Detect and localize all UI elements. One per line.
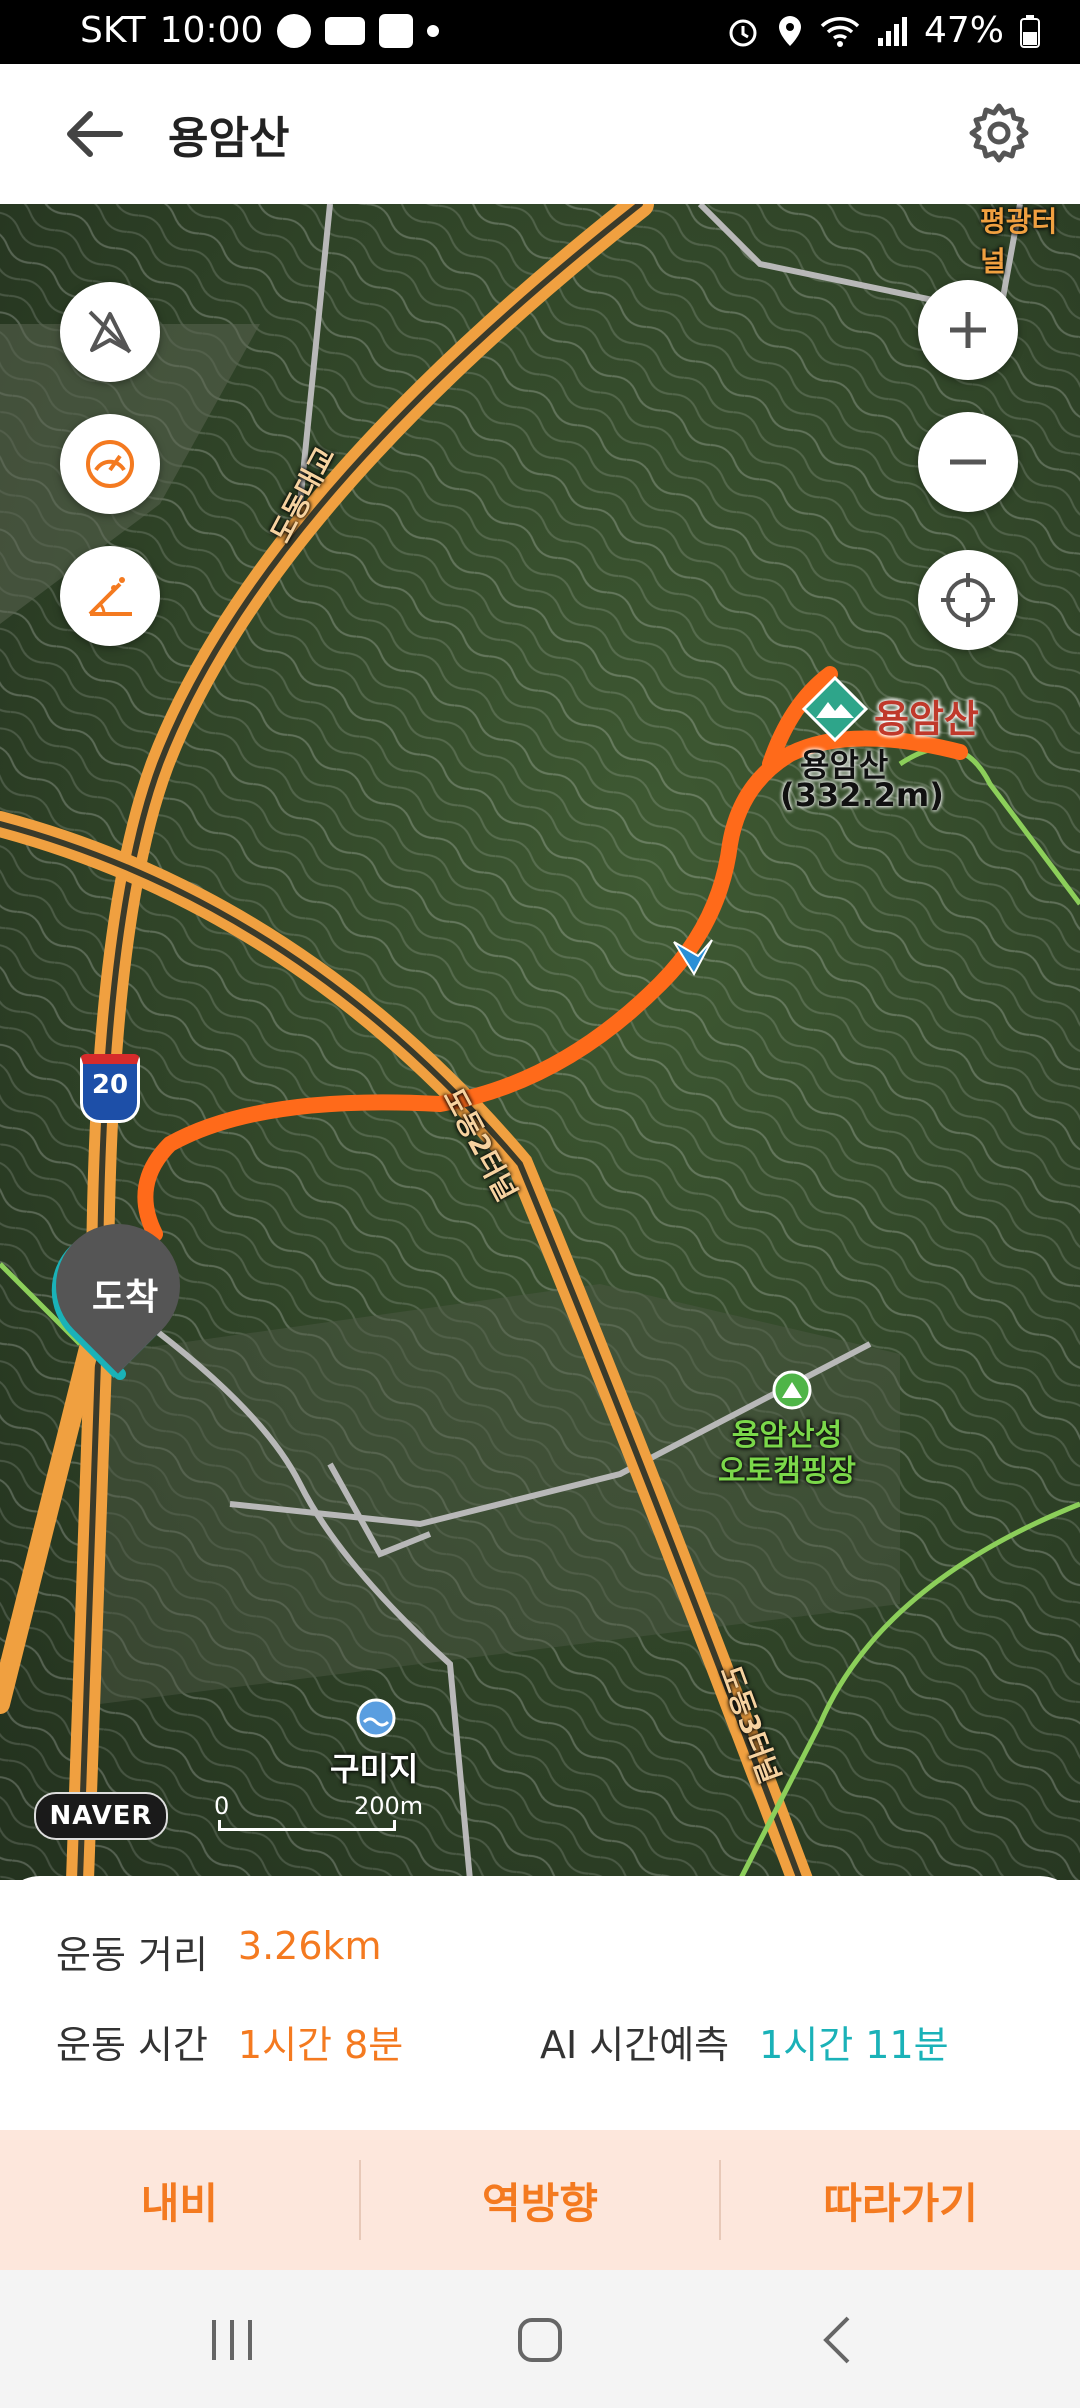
zoom-in-button[interactable]	[918, 280, 1018, 380]
map-view[interactable]: 용암산 용암산 (332.2m) 평광터널 도동대교 도동2터널 도동3터널 2…	[0, 204, 1080, 1880]
summit-elevation-label: (332.2m)	[780, 776, 944, 814]
my-location-button[interactable]	[918, 550, 1018, 650]
minus-icon	[950, 459, 986, 465]
carrier-text: SKT	[80, 10, 146, 51]
ai-time-value: 1시간 11분	[759, 2023, 949, 2067]
campground-icon[interactable]	[772, 1370, 812, 1410]
summit-marker-icon[interactable]	[800, 674, 870, 744]
battery-icon	[1020, 14, 1040, 48]
follow-button[interactable]: 따라가기	[721, 2170, 1080, 2231]
page-title: 용암산	[168, 113, 290, 164]
time-row: 운동 시간 1시간 8분	[56, 2014, 403, 2069]
tunnel-top-label: 평광터널	[980, 205, 1058, 278]
highway-shield: 20	[80, 1054, 140, 1123]
pond-label: 구미지	[330, 1750, 419, 1788]
time-value: 1시간 8분	[237, 2023, 404, 2067]
crosshair-icon	[941, 573, 995, 627]
scale-bar	[218, 1820, 396, 1831]
alarm-icon	[729, 19, 757, 46]
back-arrow-icon[interactable]	[60, 104, 130, 164]
naver-logo: NAVER	[34, 1792, 168, 1840]
water-icon[interactable]	[356, 1698, 396, 1738]
ai-time-label: AI 시간예측	[540, 2023, 730, 2067]
app-notification-icon-2	[379, 13, 414, 48]
time-label: 운동 시간	[56, 2023, 208, 2067]
rotation-lock-button[interactable]	[60, 282, 160, 382]
gear-icon[interactable]	[966, 100, 1032, 166]
campground-label-line2: 오토캠핑장	[718, 1454, 856, 1489]
home-icon[interactable]	[500, 2310, 580, 2370]
arrival-label: 도착	[92, 1277, 159, 1318]
distance-value: 3.26km	[237, 1924, 382, 1968]
location-icon	[778, 15, 801, 46]
stats-sheet: 운동 거리 3.26km 운동 시간 1시간 8분 AI 시간예측 1시간 11…	[0, 1876, 1080, 2130]
campground-label-line1: 용암산성	[731, 1418, 843, 1453]
more-notifications-dot	[427, 24, 440, 37]
navi-button[interactable]: 내비	[0, 2170, 359, 2231]
compass-off-icon	[88, 310, 132, 354]
distance-row: 운동 거리 3.26km	[56, 1924, 382, 1979]
summit-name-label: 용암산	[874, 697, 979, 741]
map-scale: 0 200m	[214, 1792, 423, 1832]
status-bar: SKT 10:00 47%	[0, 0, 1080, 64]
app-notification-icon	[277, 13, 312, 48]
campground-label: 용암산성 오토캠핑장	[718, 1418, 856, 1490]
youtube-icon	[325, 16, 366, 45]
system-nav-bar	[0, 2270, 1080, 2408]
clock-text: 10:00	[159, 10, 264, 51]
distance-label: 운동 거리	[56, 1933, 208, 1977]
back-icon[interactable]	[800, 2310, 880, 2370]
wifi-icon	[820, 16, 860, 47]
scale-distance: 200m	[354, 1792, 424, 1820]
speedometer-icon	[86, 440, 134, 488]
slope-button[interactable]	[60, 546, 160, 646]
zoom-out-button[interactable]	[918, 412, 1018, 512]
battery-text: 47%	[923, 10, 1004, 51]
recent-apps-icon[interactable]	[192, 2310, 272, 2370]
action-bar: 내비 역방향 따라가기	[0, 2130, 1080, 2270]
scale-zero: 0	[214, 1792, 230, 1820]
slope-icon	[88, 577, 132, 616]
signal-icon	[877, 16, 907, 46]
ai-time-row: AI 시간예측 1시간 11분	[540, 2014, 949, 2069]
plus-icon	[950, 312, 986, 348]
reverse-button[interactable]: 역방향	[361, 2170, 720, 2231]
speedometer-button[interactable]	[60, 414, 160, 514]
app-header: 용암산	[0, 64, 1080, 205]
